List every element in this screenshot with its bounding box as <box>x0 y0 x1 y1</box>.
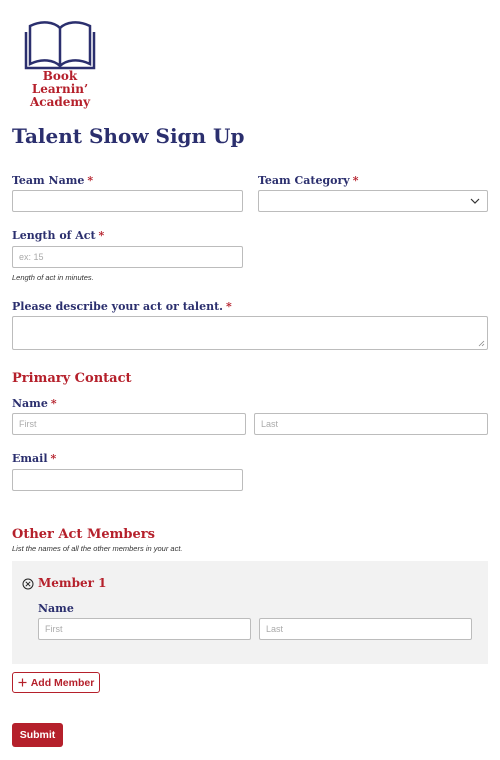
open-book-icon <box>24 21 96 70</box>
member-name-label: Name <box>38 602 74 615</box>
team-name-label-text: Team Name <box>12 174 85 187</box>
add-member-label: Add Member <box>30 676 95 689</box>
length-of-act-input[interactable]: ex: 15 <box>12 246 243 268</box>
required-mark: * <box>87 174 94 187</box>
add-member-button[interactable]: Add Member <box>12 672 100 693</box>
length-of-act-label-text: Length of Act <box>12 229 96 242</box>
email-input[interactable] <box>12 469 243 491</box>
email-label-text: Email <box>12 452 48 465</box>
logo: Book Learnin’ Academy <box>14 18 106 109</box>
logo-line-1: Book Learnin’ <box>31 69 89 96</box>
contact-last-name-input[interactable]: Last <box>254 413 488 435</box>
member-panel: Member 1 Name First Last <box>12 561 488 664</box>
describe-act-label: Please describe your act or talent. * <box>12 300 232 313</box>
team-category-label: Team Category * <box>258 174 358 187</box>
chevron-down-icon <box>470 198 480 204</box>
required-mark: * <box>98 229 105 242</box>
length-of-act-label: Length of Act * <box>12 229 104 242</box>
contact-first-name-input[interactable]: First <box>12 413 246 435</box>
circle-x-icon[interactable] <box>22 578 34 590</box>
describe-act-textarea[interactable] <box>12 316 488 350</box>
required-mark: * <box>352 174 359 187</box>
plus-icon <box>18 678 27 687</box>
required-mark: * <box>50 452 57 465</box>
member-first-name-input[interactable]: First <box>38 618 251 640</box>
other-members-heading: Other Act Members <box>12 527 155 542</box>
other-members-hint: List the names of all the other members … <box>12 544 183 553</box>
submit-button[interactable]: Submit <box>12 723 63 747</box>
email-label: Email * <box>12 452 56 465</box>
member-last-name-input[interactable]: Last <box>259 618 472 640</box>
describe-act-label-text: Please describe your act or talent. <box>12 300 224 313</box>
team-name-input[interactable] <box>12 190 243 212</box>
member-title: Member 1 <box>38 576 107 590</box>
contact-name-label-text: Name <box>12 397 48 410</box>
team-category-select[interactable] <box>258 190 488 212</box>
required-mark: * <box>50 397 57 410</box>
resize-handle-icon[interactable] <box>478 340 485 347</box>
page-title: Talent Show Sign Up <box>12 124 245 148</box>
primary-contact-heading: Primary Contact <box>12 371 132 386</box>
team-category-label-text: Team Category <box>258 174 350 187</box>
required-mark: * <box>226 300 232 313</box>
team-name-label: Team Name * <box>12 174 93 187</box>
length-of-act-hint: Length of act in minutes. <box>12 273 94 282</box>
contact-name-label: Name * <box>12 397 57 410</box>
logo-line-2: Academy <box>29 95 91 109</box>
